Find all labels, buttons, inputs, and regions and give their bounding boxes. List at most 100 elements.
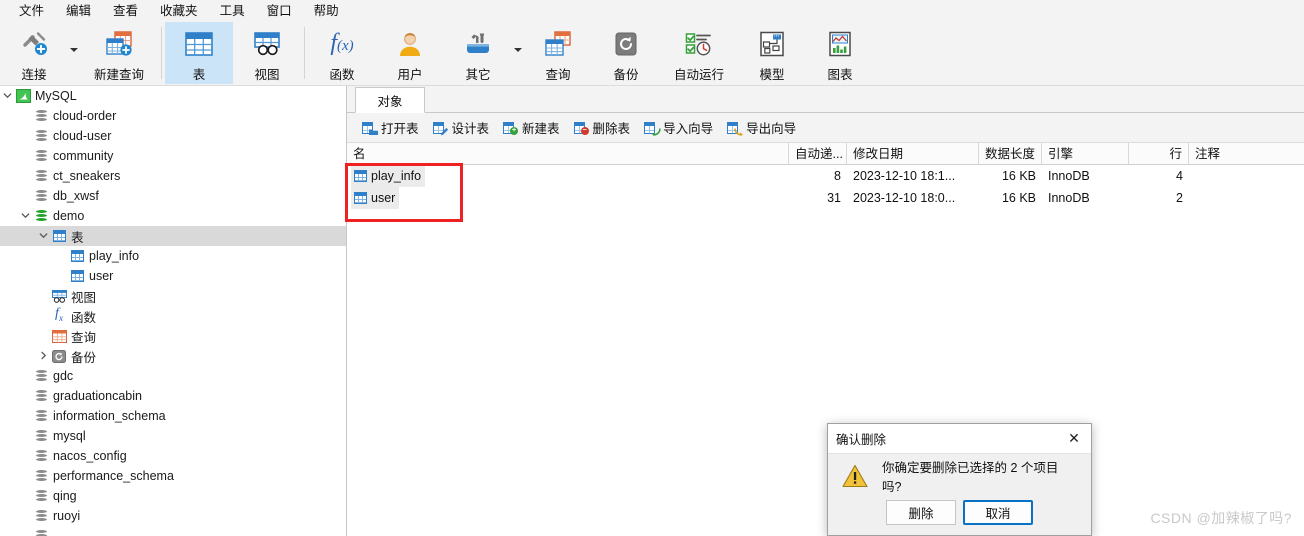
object-tree-sidebar[interactable]: MySQL cloud-order cloud-user community ct_sn…	[0, 86, 347, 536]
query-folder-icon	[50, 329, 68, 343]
ribbon-button-function[interactable]: f(x) 函数	[308, 22, 376, 84]
menu-edit[interactable]: 编辑	[55, 0, 102, 22]
tree-item-community[interactable]: community	[0, 146, 346, 166]
tree-item-视图[interactable]: 视图	[0, 286, 346, 306]
grid-cell-modified: 2023-12-10 18:1...	[853, 169, 956, 183]
export-wizard-icon	[727, 121, 744, 136]
tree-item-label: play_info	[89, 249, 140, 263]
tree-item-函数[interactable]: fx 函数	[0, 306, 346, 326]
tab-objects[interactable]: 对象	[355, 87, 425, 113]
grid-body[interactable]: play_info 8 2023-12-10 18:1... 16 KB InnoDB 4…	[347, 165, 1304, 209]
tree-item-information_schema[interactable]: information_schema	[0, 406, 346, 426]
tree-item-db_xwsf[interactable]: db_xwsf	[0, 186, 346, 206]
ribbon-button-connection[interactable]: 连接	[0, 22, 68, 84]
ribbon-button-automation[interactable]: 自动运行	[660, 22, 738, 84]
tree-item-表[interactable]: 表	[0, 226, 346, 246]
database-icon	[32, 529, 50, 536]
chevron-down-icon[interactable]	[0, 91, 14, 102]
object-toolbar-export-wizard[interactable]: 导出向导	[720, 115, 803, 140]
object-toolbar-import-wizard[interactable]: 导入向导	[637, 115, 720, 140]
object-toolbar-label: 打开表	[381, 122, 419, 136]
ribbon-button-user[interactable]: 用户	[376, 22, 444, 84]
tree-item-gdc[interactable]: gdc	[0, 366, 346, 386]
tree-item-graduationcabin[interactable]: graduationcabin	[0, 386, 346, 406]
database-icon	[32, 409, 50, 423]
tree-item-mysql[interactable]: mysql	[0, 426, 346, 446]
database-icon	[32, 149, 50, 163]
ribbon-button-backup[interactable]: 备份	[592, 22, 660, 84]
grid-column-header[interactable]: 自动递...	[789, 142, 847, 165]
tree-item-qing[interactable]: qing	[0, 486, 346, 506]
tree-item-performance_schema[interactable]: performance_schema	[0, 466, 346, 486]
grid-column-header[interactable]: 修改日期	[847, 142, 979, 165]
grid-column-header[interactable]: 名	[347, 142, 789, 165]
tree-item-ruoyi[interactable]: ruoyi	[0, 506, 346, 526]
menu-view[interactable]: 查看	[102, 0, 149, 22]
grid-cell-rows: 4	[1176, 169, 1183, 183]
open-table-icon	[362, 121, 378, 135]
grid-column-header[interactable]: 数据长度	[979, 142, 1042, 165]
ribbon-button-query[interactable]: 查询	[524, 22, 592, 84]
ribbon-button-others[interactable]: 其它	[444, 22, 512, 84]
table-icon	[354, 169, 367, 182]
grid-column-header[interactable]: 行	[1129, 142, 1189, 165]
tree-item-cloud-order[interactable]: cloud-order	[0, 106, 346, 126]
tree-item-查询[interactable]: 查询	[0, 326, 346, 346]
chevron-right-icon[interactable]	[36, 351, 50, 362]
object-toolbar-label: 导入向导	[663, 122, 714, 136]
confirm-delete-dialog[interactable]: 确认删除 ✕ 你确定要删除已选择的 2 个项目吗? 删除 取消	[827, 423, 1092, 536]
function-folder-icon: fx	[55, 306, 63, 323]
ribbon-button-label: 其它	[465, 68, 491, 82]
object-toolbar-label: 删除表	[592, 122, 631, 136]
menu-help[interactable]: 帮助	[303, 0, 350, 22]
close-icon[interactable]: ✕	[1057, 424, 1091, 453]
chevron-down-icon[interactable]	[18, 211, 32, 222]
grid-column-header[interactable]: 引擎	[1042, 142, 1129, 165]
object-toolbar-delete-table[interactable]: − 删除表	[567, 115, 638, 140]
ribbon-button-chart[interactable]: 图表	[806, 22, 874, 84]
tree-item-nacos_config[interactable]: nacos_config	[0, 446, 346, 466]
chevron-down-icon[interactable]	[512, 23, 524, 85]
chevron-down-icon[interactable]	[36, 231, 50, 242]
tree-item-备份[interactable]: 备份	[0, 346, 346, 366]
menu-tools[interactable]: 工具	[209, 0, 256, 22]
grid-cell-data_length: 16 KB	[1001, 191, 1036, 205]
tree-item-cloud-user[interactable]: cloud-user	[0, 126, 346, 146]
tree-item-label: performance_schema	[53, 469, 174, 483]
tree-item-label: 视图	[71, 290, 97, 305]
object-toolbar-design-table[interactable]: 设计表	[426, 115, 497, 140]
grid-cell-engine: InnoDB	[1048, 169, 1090, 183]
chevron-down-icon[interactable]	[68, 23, 80, 85]
table-row[interactable]: play_info 8 2023-12-10 18:1... 16 KB InnoDB 4	[347, 165, 1304, 187]
grid-cell-auto_increment: 31	[827, 191, 841, 205]
menu-favorites[interactable]: 收藏夹	[149, 0, 209, 22]
menu-file[interactable]: 文件	[8, 0, 55, 22]
automation-icon	[685, 29, 713, 59]
database-icon	[32, 129, 50, 143]
database-icon	[32, 469, 50, 483]
object-toolbar-label: 新建表	[522, 122, 560, 136]
grid-cell-rows: 2	[1176, 191, 1183, 205]
tree-item-MySQL[interactable]: MySQL	[0, 86, 346, 106]
table-row[interactable]: user 31 2023-12-10 18:0... 16 KB InnoDB 2	[347, 187, 1304, 209]
dialog-delete-button[interactable]: 删除	[886, 499, 956, 525]
menu-window[interactable]: 窗口	[256, 0, 303, 22]
tree-item-partial[interactable]	[0, 526, 346, 536]
ribbon-button-new-query[interactable]: 新建查询	[80, 22, 158, 84]
database-icon	[32, 169, 50, 183]
tree-item-demo[interactable]: demo	[0, 206, 346, 226]
dialog-cancel-button[interactable]: 取消	[963, 499, 1033, 525]
ribbon-button-table[interactable]: 表	[165, 22, 233, 84]
ribbon-button-view[interactable]: 视图	[233, 22, 301, 84]
tree-item-label: mysql	[53, 429, 86, 443]
tree-item-play_info[interactable]: play_info	[0, 246, 346, 266]
object-toolbar-new-table[interactable]: + 新建表	[496, 115, 567, 140]
ribbon-button-model[interactable]: 模型	[738, 22, 806, 84]
tree-item-ct_sneakers[interactable]: ct_sneakers	[0, 166, 346, 186]
grid-column-header[interactable]: 注释	[1189, 143, 1299, 165]
ribbon-button-label: 函数	[329, 68, 355, 82]
object-toolbar-open-table[interactable]: 打开表	[355, 115, 426, 140]
tree-item-user[interactable]: user	[0, 266, 346, 286]
grid-cell-comment	[1189, 165, 1299, 187]
table-icon	[68, 250, 86, 262]
